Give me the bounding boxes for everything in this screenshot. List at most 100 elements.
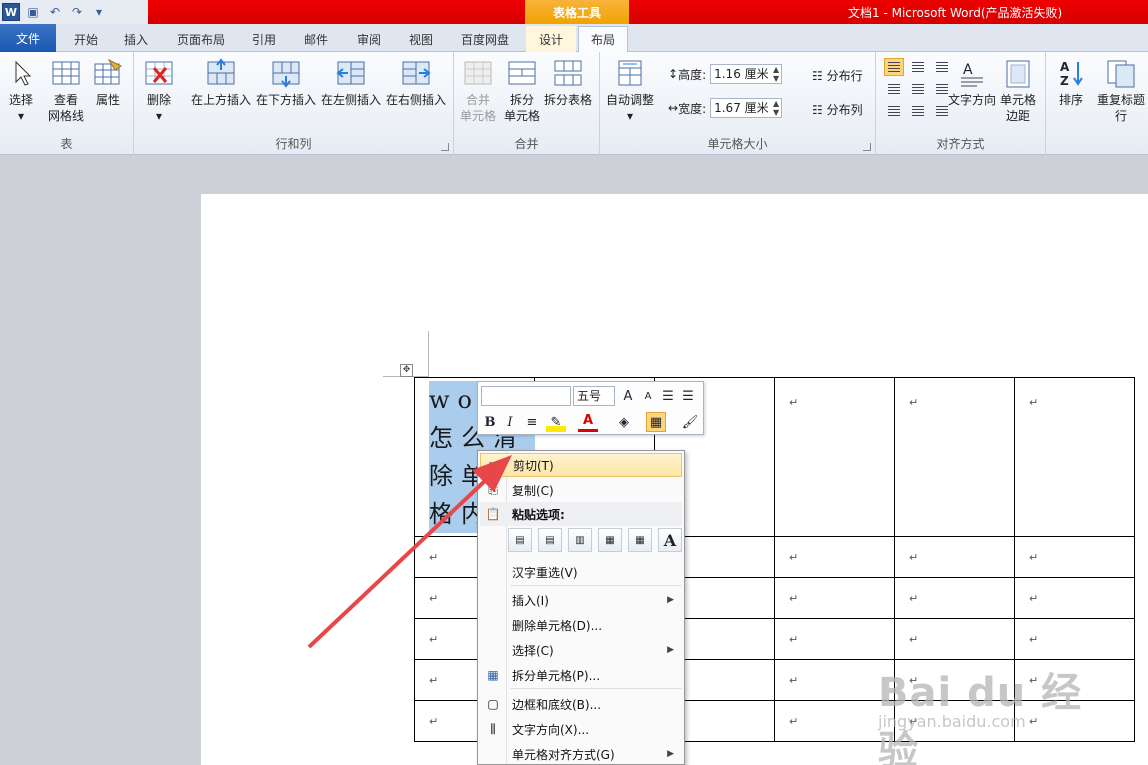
bold-button[interactable]: B: [480, 412, 500, 432]
grow-font-icon[interactable]: A: [618, 386, 638, 406]
format-painter-icon[interactable]: 🖌: [680, 412, 700, 432]
merge-cells-label-1: 合并: [466, 93, 491, 107]
tab-baidu-netdisk[interactable]: 百度网盘: [450, 26, 520, 52]
tab-page-layout[interactable]: 页面布局: [166, 26, 236, 52]
insert-right-icon: [402, 61, 431, 85]
insert-right-button[interactable]: 在右侧插入: [386, 58, 446, 108]
split-table-button[interactable]: 拆分表格: [544, 58, 592, 108]
borders-icon[interactable]: ▦: [646, 412, 666, 432]
align-bottom-center-button[interactable]: [908, 102, 928, 120]
table-cell[interactable]: ↵: [774, 700, 895, 742]
tab-table-layout[interactable]: 布局: [578, 26, 628, 52]
highlight-color-icon[interactable]: ✎: [546, 412, 566, 432]
text-direction-button[interactable]: A 文字方向: [948, 58, 996, 108]
paste-merge-formatting-icon[interactable]: ▦: [628, 528, 652, 552]
table-cell[interactable]: ↵: [1014, 377, 1135, 537]
split-cells-button[interactable]: 拆分 单元格: [504, 58, 540, 124]
menu-item-cut[interactable]: ✂ 剪切(T): [480, 453, 682, 477]
italic-button[interactable]: I: [500, 412, 520, 432]
select-button[interactable]: 选择 ▾: [6, 58, 36, 124]
menu-item-borders-shading[interactable]: ▢ 边框和底纹(B)...: [480, 692, 682, 716]
menu-item-cell-alignment[interactable]: 单元格对齐方式(G) ▶: [480, 742, 682, 765]
paste-merge-table-icon[interactable]: ▤: [538, 528, 562, 552]
tab-file[interactable]: 文件: [0, 24, 56, 52]
menu-item-text-direction[interactable]: ⫼ 文字方向(X)...: [480, 717, 682, 741]
table-cell[interactable]: ↵: [774, 377, 895, 537]
table-cell[interactable]: ↵: [894, 377, 1015, 537]
distribute-rows-icon: ☷: [812, 68, 823, 83]
menu-item-select[interactable]: 选择(C) ▶: [480, 638, 682, 662]
table-cell[interactable]: ↵: [894, 536, 1015, 578]
align-top-left-button[interactable]: [884, 58, 904, 76]
align-top-center-button[interactable]: [908, 58, 928, 76]
table-cell[interactable]: ↵: [1014, 536, 1135, 578]
font-size-dropdown[interactable]: 五号: [573, 386, 615, 406]
menu-item-hanzi-reselect[interactable]: 汉字重选(V): [480, 560, 682, 584]
column-width-input[interactable]: 1.67 厘米 ▲ ▼: [710, 98, 783, 118]
shading-icon[interactable]: ◈: [614, 412, 634, 432]
menu-item-copy[interactable]: ⎘ 复制(C): [480, 478, 682, 502]
table-cell[interactable]: ↵: [1014, 577, 1135, 619]
paste-nested-table-icon[interactable]: ▤: [508, 528, 532, 552]
autofit-icon: [618, 60, 642, 86]
tab-view[interactable]: 视图: [396, 26, 446, 52]
font-name-dropdown[interactable]: [481, 386, 571, 406]
table-cell[interactable]: ↵: [774, 536, 895, 578]
increase-indent-icon[interactable]: ☰: [678, 386, 698, 406]
properties-button[interactable]: 属性: [93, 58, 123, 108]
save-icon[interactable]: ▣: [24, 3, 42, 21]
insert-left-button[interactable]: 在左侧插入: [321, 58, 381, 108]
insert-below-button[interactable]: 在下方插入: [256, 58, 316, 108]
table-cell[interactable]: ↵: [774, 618, 895, 660]
font-color-icon[interactable]: A: [578, 412, 598, 432]
insert-above-button[interactable]: 在上方插入: [191, 58, 251, 108]
view-gridlines-button[interactable]: 查看 网格线: [48, 58, 84, 124]
group-rows-columns-label: 行和列: [275, 137, 312, 151]
tab-review[interactable]: 审阅: [344, 26, 394, 52]
delete-button[interactable]: 删除 ▾: [144, 58, 174, 124]
align-bottom-left-button[interactable]: [884, 102, 904, 120]
distribute-columns-button[interactable]: ☷ 分布列: [812, 101, 863, 118]
table-move-handle-icon[interactable]: ✥: [400, 364, 413, 377]
menu-item-delete-cells[interactable]: 删除单元格(D)...: [480, 613, 682, 637]
paste-insert-rows-icon[interactable]: ▥: [568, 528, 592, 552]
distribute-rows-button[interactable]: ☷ 分布行: [812, 67, 863, 84]
sort-button[interactable]: AZ 排序: [1056, 58, 1086, 108]
table-cell[interactable]: ↵: [894, 577, 1015, 619]
split-cells-icon: [508, 61, 536, 85]
tab-home[interactable]: 开始: [60, 26, 112, 52]
tab-table-design[interactable]: 设计: [526, 26, 576, 52]
table-cell[interactable]: ↵: [774, 577, 895, 619]
repeat-header-label: 重复标题行: [1096, 93, 1145, 123]
align-middle-center-button[interactable]: [908, 80, 928, 98]
paste-options-header: 📋 粘贴选项:: [480, 502, 682, 526]
table-cell[interactable]: ↵: [774, 659, 895, 701]
menu-item-insert[interactable]: 插入(I) ▶: [480, 588, 682, 612]
autofit-button[interactable]: 自动调整 ▾: [606, 58, 654, 124]
gridlines-label-2: 网格线: [48, 109, 85, 123]
redo-icon[interactable]: ↷: [68, 3, 86, 21]
center-align-icon[interactable]: ≡: [522, 412, 542, 432]
customize-qat-icon[interactable]: ▾: [90, 3, 108, 21]
group-data: AZ 排序 重复标题行: [1046, 52, 1148, 155]
tab-references[interactable]: 引用: [240, 26, 288, 52]
shrink-font-icon[interactable]: A: [638, 386, 658, 406]
menu-item-split-cells[interactable]: ▦ 拆分单元格(P)...: [480, 663, 682, 687]
row-height-input[interactable]: 1.16 厘米 ▲ ▼: [710, 64, 783, 84]
tab-mailings[interactable]: 邮件: [292, 26, 340, 52]
undo-icon[interactable]: ↶: [46, 3, 64, 21]
cell-margins-button[interactable]: 单元格 边距: [1000, 58, 1036, 124]
dialog-launcher-icon[interactable]: [441, 143, 449, 151]
height-spinner-icon[interactable]: ▲ ▼: [773, 65, 779, 83]
repeat-header-rows-button[interactable]: 重复标题行: [1094, 58, 1148, 124]
dialog-launcher-icon[interactable]: [863, 143, 871, 151]
merge-cells-button[interactable]: 合并 单元格: [460, 58, 496, 124]
decrease-indent-icon[interactable]: ☰: [658, 386, 678, 406]
word-logo-icon[interactable]: W: [2, 3, 20, 21]
tab-insert[interactable]: 插入: [112, 26, 160, 52]
paste-keep-text-only-icon[interactable]: A: [658, 528, 682, 552]
align-middle-left-button[interactable]: [884, 80, 904, 98]
column-width-control: ↔ 宽度: 1.67 厘米 ▲ ▼: [668, 98, 783, 118]
paste-overwrite-cells-icon[interactable]: ▦: [598, 528, 622, 552]
width-spinner-icon[interactable]: ▲ ▼: [773, 99, 779, 117]
